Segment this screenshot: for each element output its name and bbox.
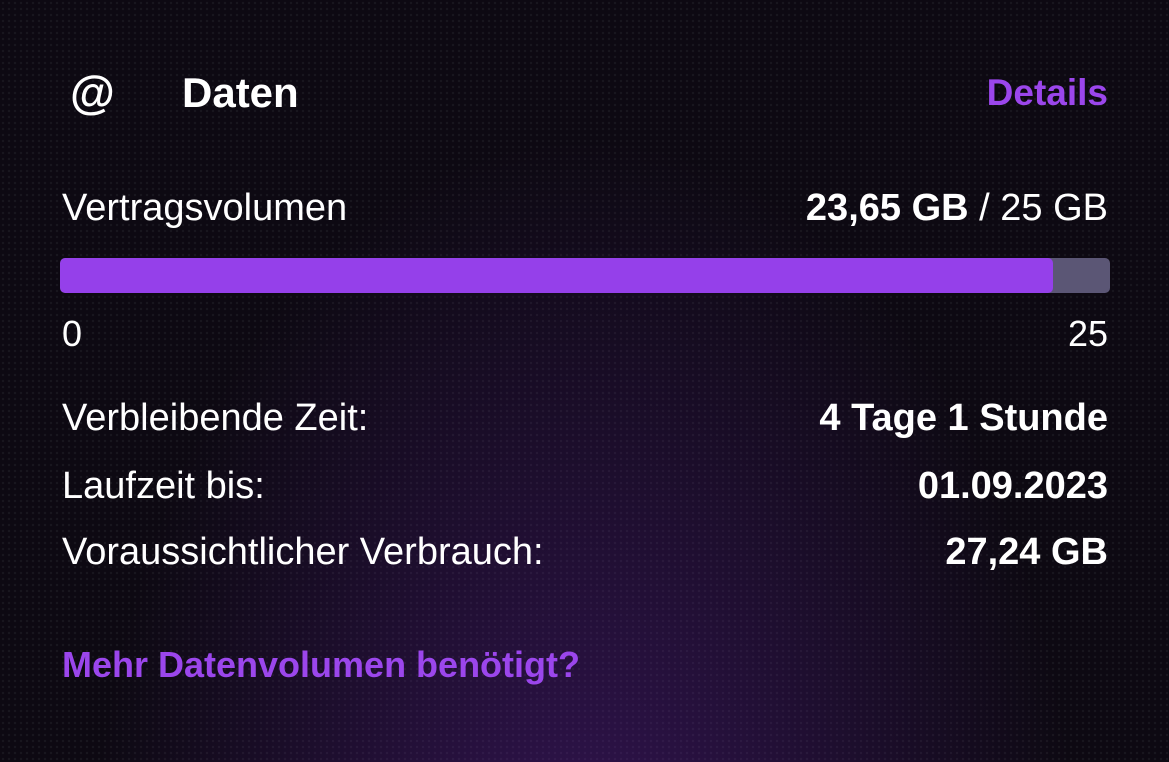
at-sign-icon: @ <box>70 66 115 118</box>
card-header: @ Daten Details <box>62 62 1108 122</box>
total-volume: 25 GB <box>1000 187 1108 229</box>
expected-usage-row: Voraussichtlicher Verbrauch: 27,24 GB <box>62 528 1108 578</box>
more-data-volume-link[interactable]: Mehr Datenvolumen benötigt? <box>62 642 580 688</box>
details-link[interactable]: Details <box>987 70 1108 116</box>
used-volume: 23,65 GB <box>805 187 969 229</box>
usage-progress-bar <box>60 258 1110 293</box>
term-until-label: Laufzeit bis: <box>62 465 265 507</box>
scale-min-label: 0 <box>62 313 83 354</box>
term-until-row: Laufzeit bis: 01.09.2023 <box>62 462 1108 512</box>
progress-scale: 0 25 <box>62 312 1108 356</box>
remaining-time-label: Verbleibende Zeit: <box>62 397 369 439</box>
contract-volume-label: Vertragsvolumen <box>62 187 348 229</box>
expected-usage-label: Voraussichtlicher Verbrauch: <box>62 531 544 573</box>
term-until-value: 01.09.2023 <box>917 465 1108 507</box>
remaining-time-row: Verbleibende Zeit: 4 Tage 1 Stunde <box>62 394 1108 444</box>
usage-progress-fill <box>60 258 1054 293</box>
contract-volume-row: Vertragsvolumen 23,65 GB / 25 GB <box>62 184 1108 234</box>
expected-usage-value: 27,24 GB <box>945 531 1108 573</box>
contract-volume-value: 23,65 GB / 25 GB <box>806 184 1108 232</box>
volume-separator: / <box>979 187 990 229</box>
remaining-time-value: 4 Tage 1 Stunde <box>819 397 1108 439</box>
data-usage-card: @ Daten Details Vertragsvolumen 23,65 GB… <box>0 0 1169 762</box>
card-title: Daten <box>182 69 299 116</box>
scale-max-label: 25 <box>1067 313 1108 354</box>
